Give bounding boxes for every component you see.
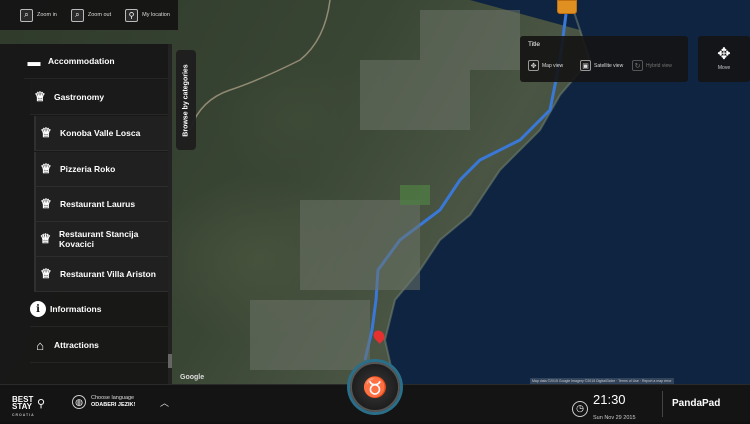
sidebar-item-restaurant-villa-ariston[interactable]: ♕ Restaurant Villa Ariston (34, 257, 170, 292)
chef-hat-icon: ♕ (34, 89, 46, 104)
google-logo: Google (180, 374, 205, 381)
zoom-out-label: Zoom out (87, 12, 112, 18)
sidebar-item-restaurant-stancija-kovacici[interactable]: ♕ Restaurant Stancija Kovacici (34, 222, 170, 257)
language-label-local: ODABERI JEZIK! (91, 402, 136, 408)
language-label: Choose language (91, 395, 135, 401)
my-location-button[interactable]: ⚲ My location (125, 8, 170, 22)
sidebar-item-label: Konoba Valle Losca (60, 128, 141, 138)
chef-hat-icon: ♕ (40, 161, 52, 176)
map-view-button[interactable]: ✥ Map view (528, 60, 563, 71)
road (189, 0, 331, 131)
sidebar-item-konoba-valle-losca[interactable]: ♕ Konoba Valle Losca (34, 116, 170, 151)
clock: ◷ 21:30 Sun Nov 29 2015 (572, 393, 636, 424)
my-location-label: My location (142, 12, 170, 18)
sidebar-item-label: Pizzeria Roko (60, 164, 116, 174)
hybrid-view-button[interactable]: ↻ Hybrid view (632, 60, 672, 71)
move-button[interactable]: ✥ Move (698, 36, 750, 82)
view-mode-panel: Title ✥ Map view ▣ Satellite view ↻ Hybr… (520, 36, 688, 82)
sidebar-item-accommodation[interactable]: ▬ Accommodation (24, 44, 170, 79)
divider (662, 391, 663, 417)
satellite-view-button[interactable]: ▣ Satellite view (580, 60, 623, 71)
view-panel-title: Title (528, 41, 541, 48)
browse-categories-tab[interactable]: Browse by categories (176, 50, 196, 150)
sidebar-item-informations[interactable]: i Informations (30, 292, 170, 327)
move-arrows-icon: ✥ (717, 46, 731, 63)
sidebar-item-pizzeria-roko[interactable]: ♕ Pizzeria Roko (34, 152, 170, 187)
sidebar-item-label: Informations (50, 304, 102, 314)
sidebar-item-label: Accommodation (48, 56, 115, 66)
home-button[interactable]: ♉ (350, 362, 400, 412)
browse-label: Browse by categories (182, 63, 190, 137)
best-stay-logo: BEST STAY CROATIA (12, 395, 35, 418)
chef-hat-icon: ♕ (40, 125, 52, 140)
marker-icon[interactable] (557, 0, 577, 14)
bed-icon: ▬ (27, 53, 41, 69)
zoom-out-button[interactable]: ⌕ Zoom out (70, 8, 112, 22)
sidebar-item-label: Restaurant Villa Ariston (60, 269, 156, 279)
sidebar-item-gastronomy[interactable]: ♕ Gastronomy (30, 80, 170, 115)
language-selector[interactable]: ◍ Choose language ODABERI JEZIK! (72, 395, 135, 409)
satellite-view-label: Satellite view (594, 62, 624, 69)
sidebar-item-label: Restaurant Laurus (60, 199, 136, 209)
zoom-in-button[interactable]: ⌕ Zoom in (20, 8, 57, 22)
chef-hat-icon: ♕ (40, 196, 52, 211)
sidebar-scrollbar[interactable] (168, 44, 172, 384)
clock-date: Sun Nov 29 2015 (593, 415, 636, 421)
category-sidebar: ▬ Accommodation ♕ Gastronomy ♕ Konoba Va… (0, 44, 170, 384)
move-label: Move (717, 65, 731, 71)
zoom-out-icon: ⌕ (70, 8, 84, 22)
zoom-toolbar: ⌕ Zoom in ⌕ Zoom out ⚲ My location (0, 0, 178, 30)
sidebar-item-label: Restaurant Stancija Kovacici (59, 229, 139, 249)
hybrid-view-label: Hybrid view (646, 62, 672, 69)
clock-icon: ◷ (572, 400, 588, 417)
sidebar-item-label: Gastronomy (54, 92, 105, 102)
sidebar-item-attractions[interactable]: ⌂ Attractions (30, 328, 170, 363)
globe-icon: ◍ (72, 395, 86, 409)
chef-hat-icon: ♕ (40, 266, 52, 281)
chevron-up-icon[interactable]: ︿ (160, 396, 169, 409)
museum-icon: ⌂ (36, 337, 44, 353)
crosshair-icon: ✥ (528, 60, 539, 71)
map-view-label: Map view (542, 62, 564, 69)
clock-time: 21:30 (593, 392, 626, 407)
sidebar-item-restaurant-laurus[interactable]: ♕ Restaurant Laurus (34, 187, 170, 222)
zoom-in-label: Zoom in (37, 12, 57, 18)
bull-icon: ♉ (362, 376, 388, 399)
logo-pin-icon: ⚲ (37, 398, 46, 410)
chef-hat-icon: ♕ (39, 231, 52, 246)
sidebar-item-label: Attractions (54, 340, 99, 350)
location-pin-icon: ⚲ (125, 8, 139, 22)
zoom-in-icon: ⌕ (20, 8, 33, 22)
refresh-icon: ↻ (632, 60, 643, 71)
pandapad-logo: PandaPad (672, 398, 721, 409)
image-icon: ▣ (580, 60, 591, 71)
scrollbar-thumb[interactable] (168, 354, 172, 368)
info-icon: i (30, 301, 46, 317)
